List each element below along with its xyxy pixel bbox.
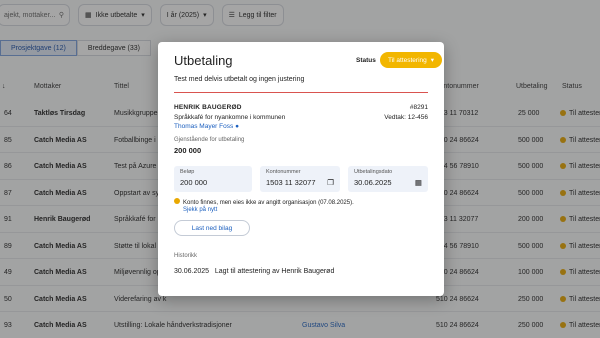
dato-label: Utbetalingsdato	[354, 169, 393, 175]
dato-value: 30.06.2025	[354, 178, 392, 187]
warning-text: Konto finnes, men eies ikke av angitt or…	[183, 200, 354, 206]
divider	[174, 92, 428, 93]
belop-label: Beløp	[180, 169, 195, 175]
recipient-section: HENRIK BAUGERØD #8291 Språkkafé for nyan…	[174, 104, 428, 155]
vedtak-number: Vedtak: 12-456	[384, 114, 428, 121]
modal-description: Test med delvis utbetalt og ingen juster…	[174, 76, 305, 83]
remaining-value: 200 000	[174, 146, 202, 155]
recheck-link[interactable]: Sjekk på nytt	[183, 207, 354, 213]
recipient-name: HENRIK BAUGERØD	[174, 104, 242, 111]
kontonummer-field[interactable]: Kontonummer 1503 11 32077 ❐	[260, 166, 340, 192]
history-entry: 30.06.2025 Lagt til attestering av Henri…	[174, 268, 334, 275]
contact-name: Thomas Mayer Foss	[174, 123, 234, 130]
copy-icon[interactable]: ❐	[327, 178, 334, 187]
utbetalingsdato-field[interactable]: Utbetalingsdato 30.06.2025 ▦	[348, 166, 428, 192]
remaining-label: Gjenstående for utbetaling	[174, 137, 245, 143]
calendar-icon[interactable]: ▦	[415, 178, 422, 187]
download-bilag-button[interactable]: Last ned bilag	[174, 220, 250, 236]
warning-icon	[174, 198, 180, 204]
contact-link[interactable]: Thomas Mayer Foss ●	[174, 123, 428, 130]
history-label: Historikk	[174, 253, 198, 259]
belop-field[interactable]: Beløp 200 000	[174, 166, 252, 192]
konto-label: Kontonummer	[266, 169, 301, 175]
modal-body: Test med delvis utbetalt og ingen juster…	[158, 42, 444, 296]
konto-value: 1503 11 32077	[266, 178, 316, 187]
project-title: Språkkafé for nyankomne i kommunen	[174, 114, 286, 121]
verified-badge-icon: ●	[235, 123, 239, 130]
account-warning: Konto finnes, men eies ikke av angitt or…	[174, 198, 354, 213]
belop-value: 200 000	[180, 178, 208, 187]
history-date: 30.06.2025	[174, 268, 210, 275]
history-text: Lagt til attestering av Henrik Baugerød	[214, 268, 335, 275]
case-number: #8291	[409, 104, 428, 111]
